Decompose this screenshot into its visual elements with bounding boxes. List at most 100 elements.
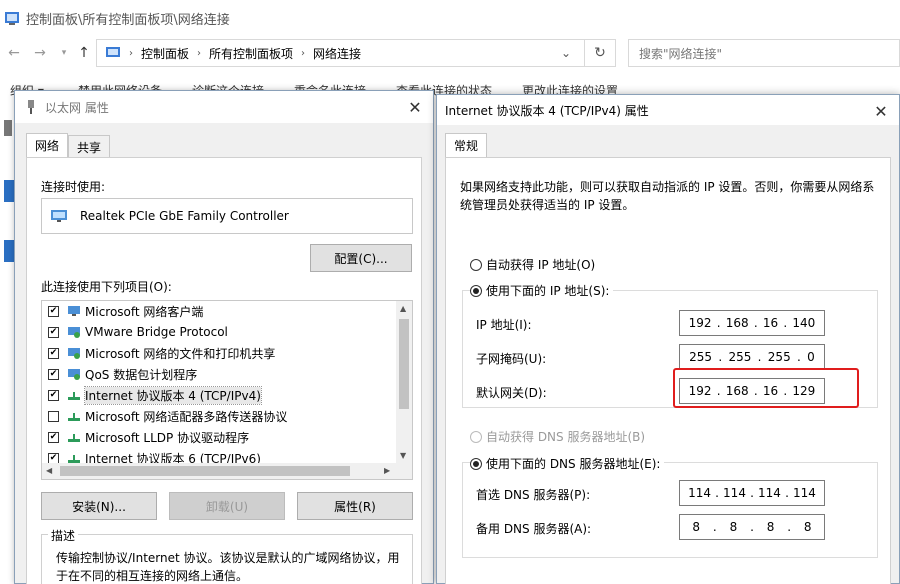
back-arrow-icon[interactable]: ←	[2, 41, 26, 65]
alternate-dns-field[interactable]: 8. 8. 8. 8	[679, 514, 825, 540]
octet: 255	[728, 350, 752, 364]
octet: 168	[725, 316, 749, 330]
network-card-icon	[51, 210, 67, 222]
octet: 114	[688, 486, 711, 500]
octet: 16	[762, 316, 779, 330]
description-title: 描述	[48, 527, 79, 544]
checkbox[interactable]: ✔	[48, 326, 59, 338]
list-item[interactable]: ✔ Microsoft LLDP 协议驱动程序	[48, 427, 249, 447]
tab-general[interactable]: 常规	[445, 133, 488, 157]
forward-arrow-icon[interactable]: →	[28, 41, 52, 65]
list-item[interactable]: ✔ QoS 数据包计划程序	[48, 364, 197, 384]
refresh-icon[interactable]: ↻	[584, 39, 616, 67]
network-adapter-icon[interactable]	[4, 240, 14, 262]
manual-ip-label: 使用下面的 IP 地址(S):	[486, 284, 610, 298]
component-list[interactable]: ✔ Microsoft 网络客户端 ✔ VMware Bridge Protoc…	[41, 300, 413, 480]
octet: 140	[792, 316, 816, 330]
network-service-icon	[68, 348, 80, 359]
network-adapter-icon	[28, 100, 34, 114]
install-button[interactable]: 安装(N)...	[41, 492, 157, 520]
description-group: 描述 传输控制协议/Internet 协议。该协议是默认的广域网络协议，用于在不…	[41, 527, 413, 584]
checkbox[interactable]: ✔	[48, 347, 59, 359]
manual-ip-radio[interactable]: 使用下面的 IP 地址(S):	[470, 282, 614, 299]
item-label: Microsoft 网络客户端	[85, 304, 204, 319]
scroll-thumb[interactable]	[399, 319, 409, 409]
window-titlebar: 控制面板\所有控制面板项\网络连接	[0, 0, 900, 36]
close-icon[interactable]: ✕	[405, 97, 425, 117]
horizontal-scrollbar[interactable]: ◀ ▶	[42, 463, 412, 479]
item-label: Microsoft LLDP 协议驱动程序	[85, 430, 250, 445]
list-item[interactable]: ✔ VMware Bridge Protocol	[48, 322, 228, 342]
subnet-mask-label: 子网掩码(U):	[476, 352, 547, 366]
tab-bar: 常规	[445, 133, 488, 157]
breadcrumb-all-items[interactable]: 所有控制面板项	[209, 45, 293, 62]
control-panel-icon	[106, 47, 120, 57]
network-service-icon	[68, 327, 80, 338]
checkbox[interactable]: ✔	[48, 452, 59, 464]
breadcrumb-control-panel[interactable]: 控制面板	[141, 45, 189, 62]
checkbox[interactable]: ✔	[48, 305, 59, 317]
dialog-title: Internet 协议版本 4 (TCP/IPv4) 属性	[445, 103, 649, 118]
scroll-left-icon[interactable]: ◀	[46, 466, 52, 475]
scroll-right-icon[interactable]: ▶	[384, 466, 390, 475]
checkbox[interactable]: ✔	[48, 368, 59, 380]
preferred-dns-field[interactable]: 114. 114. 114. 114	[679, 480, 825, 506]
list-item-selected[interactable]: ✔ Internet 协议版本 4 (TCP/IPv4)	[48, 385, 262, 405]
manual-dns-radio[interactable]: 使用下面的 DNS 服务器地址(E):	[470, 455, 665, 472]
uninstall-button[interactable]: 卸载(U)	[169, 492, 285, 520]
configure-button[interactable]: 配置(C)...	[310, 244, 412, 272]
dialog-titlebar: Internet 协议版本 4 (TCP/IPv4) 属性 ✕	[437, 95, 899, 125]
search-input[interactable]: 搜索"网络连接"	[628, 39, 900, 67]
chevron-right-icon[interactable]: ›	[197, 48, 201, 59]
gateway-highlight-box	[673, 368, 859, 408]
close-icon[interactable]: ✕	[871, 101, 891, 121]
address-dropdown-icon[interactable]: ⌄	[552, 39, 580, 67]
auto-dns-radio[interactable]: 自动获得 DNS 服务器地址(B)	[470, 428, 645, 445]
auto-dns-label: 自动获得 DNS 服务器地址(B)	[486, 430, 646, 444]
item-label: Internet 协议版本 4 (TCP/IPv4)	[84, 385, 262, 405]
up-arrow-icon[interactable]: ↑	[72, 41, 96, 65]
radio-on[interactable]	[470, 457, 482, 470]
radio-off[interactable]	[470, 430, 482, 443]
octet: 8	[803, 520, 812, 534]
octet: 114	[758, 486, 781, 500]
protocol-icon	[68, 413, 80, 421]
auto-ip-radio[interactable]: 自动获得 IP 地址(O)	[470, 256, 595, 273]
octet: 0	[807, 350, 815, 364]
list-item[interactable]: ✔ Microsoft 网络客户端	[48, 301, 203, 321]
octet: 192	[688, 316, 712, 330]
chevron-right-icon[interactable]: ›	[129, 48, 133, 59]
scroll-down-icon[interactable]: ▼	[400, 451, 406, 460]
subnet-mask-field[interactable]: 255. 255. 255. 0	[679, 344, 825, 370]
checkbox[interactable]	[48, 410, 59, 422]
preferred-dns-label: 首选 DNS 服务器(P):	[476, 488, 591, 502]
item-label: QoS 数据包计划程序	[85, 367, 198, 382]
checkbox[interactable]: ✔	[48, 389, 59, 401]
ip-address-label: IP 地址(I):	[476, 318, 532, 332]
checkbox[interactable]: ✔	[48, 431, 59, 443]
breadcrumb-network-connections[interactable]: 网络连接	[313, 45, 361, 62]
network-adapter-icon[interactable]	[4, 180, 14, 202]
properties-button[interactable]: 属性(R)	[297, 492, 413, 520]
general-tab-panel: 如果网络支持此功能，则可以获取自动指派的 IP 设置。否则，你需要从网络系统管理…	[445, 157, 891, 584]
tab-network[interactable]: 网络	[26, 133, 69, 157]
address-bar[interactable]: › 控制面板 › 所有控制面板项 › 网络连接	[96, 39, 616, 67]
list-item[interactable]: ✔ Microsoft 网络的文件和打印机共享	[48, 343, 275, 363]
octet: 114	[793, 486, 816, 500]
scroll-up-icon[interactable]: ▲	[400, 304, 406, 313]
ethernet-properties-dialog: 以太网 属性 ✕ 网络 共享 连接时使用: Realtek PCIe GbE F…	[14, 90, 434, 584]
chevron-right-icon[interactable]: ›	[301, 48, 305, 59]
radio-off[interactable]	[470, 258, 482, 271]
octet: 8	[766, 520, 775, 534]
radio-on[interactable]	[470, 284, 482, 297]
tab-bar: 网络 共享	[26, 133, 111, 157]
ip-address-field[interactable]: 192. 168. 16. 140	[679, 310, 825, 336]
control-panel-icon	[5, 12, 19, 25]
network-adapter-icon[interactable]	[4, 120, 12, 136]
alternate-dns-label: 备用 DNS 服务器(A):	[476, 522, 592, 536]
tab-sharing[interactable]: 共享	[68, 135, 111, 157]
scroll-thumb[interactable]	[60, 466, 350, 476]
network-client-icon	[68, 306, 80, 316]
vertical-scrollbar[interactable]: ▲ ▼	[396, 301, 412, 465]
list-item[interactable]: Microsoft 网络适配器多路传送器协议	[48, 406, 287, 426]
